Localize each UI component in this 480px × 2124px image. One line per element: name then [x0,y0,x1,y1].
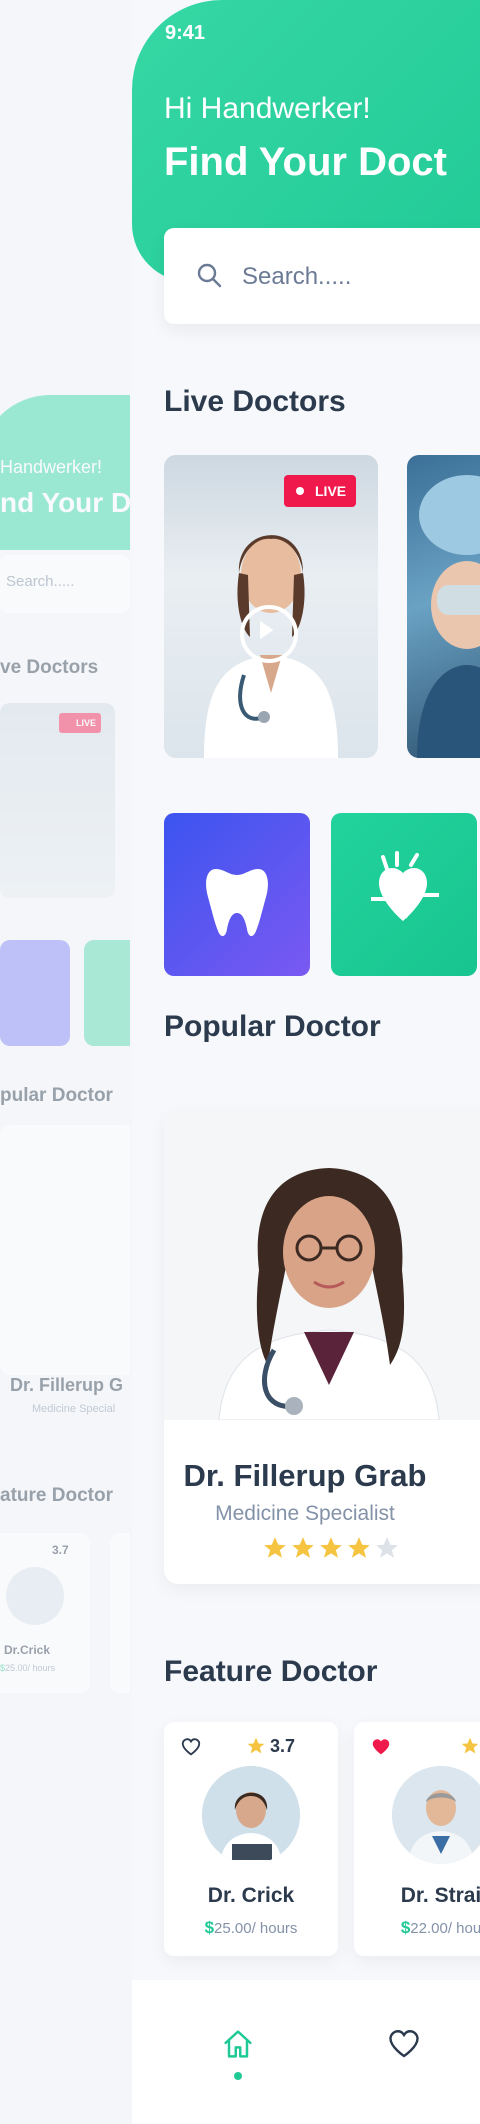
feature-doctor-name: Dr. Strai [400,1884,480,1907]
feature-doctor-card-2[interactable]: Dr. Strai $22.00/ hou [354,1722,480,1956]
live-doctor-card[interactable]: LIVE [164,455,378,758]
heart-outline-icon[interactable] [180,1736,202,1758]
live-doctors-title: Live Doctors [164,385,346,418]
bg-search: Search..... [0,555,130,613]
heart-pulse-icon [371,851,439,921]
feature-doctor-card[interactable]: 3.7 Dr. Crick $25.00/ hours [164,1722,338,1956]
star-icon [247,1737,265,1754]
feature-doctor-title: Feature Doctor [164,1655,378,1688]
bottom-tab-bar [132,1980,480,2124]
greeting: Hi Handwerker! [164,92,371,125]
bg-feature-card-2 [110,1533,130,1693]
tooth-icon [206,869,268,937]
heart-outline-icon[interactable] [386,2026,422,2062]
bg-feature-card: 3.7 Dr.Crick $25.00/ hours [0,1533,90,1693]
star-icon [292,1537,314,1558]
star-icon [461,1737,479,1754]
rating-stars [262,1535,402,1566]
dental-category-tile[interactable] [164,813,310,976]
bg-popular-card [0,1125,130,1375]
bg-live-title: ve Doctors [0,657,99,678]
popular-doctor-specialty: Medicine Specialist [215,1502,395,1525]
background-screen-preview: Handwerker! nd Your D Search..... ve Doc… [0,395,130,1770]
feature-doctor-price: $25.00/ hours [204,1918,298,1937]
search-placeholder: Search..... [242,263,352,290]
bg-doctor-spec: Medicine Special [32,1403,116,1415]
avatar [202,1766,300,1864]
bg-tooth-tile [0,940,70,1046]
phone-screen: 9:41 Hi Handwerker! Find Your Doct Searc… [132,0,480,2124]
avatar [392,1766,480,1864]
bg-heart-tile [84,940,130,1046]
play-icon[interactable] [240,605,298,663]
bg-live-card: LIVE [0,703,115,898]
feature-doctor-price: $22.00/ hou [400,1918,480,1937]
bg-doctor-name: Dr. Fillerup G [10,1375,124,1395]
star-icon [320,1537,342,1558]
feature-doctor-name: Dr. Crick [207,1884,295,1907]
search-icon [197,263,222,288]
headline: Find Your Doct [164,140,447,184]
bg-popular-title: pular Doctor [0,1085,113,1106]
star-icon [264,1537,286,1558]
popular-doctor-name: Dr. Fillerup Grab [183,1458,427,1493]
active-tab-indicator [234,2072,242,2080]
home-icon[interactable] [220,2026,256,2062]
star-icon [376,1537,398,1558]
cardiology-category-tile[interactable] [331,813,477,976]
star-icon [348,1537,370,1558]
search-input[interactable]: Search..... [164,228,480,324]
heart-filled-icon[interactable] [370,1736,392,1758]
popular-doctor-title: Popular Doctor [164,1010,381,1043]
surgeon-photo [417,475,480,758]
live-doctor-card-2[interactable] [407,455,480,758]
doctor-portrait [164,1110,480,1420]
status-time: 9:41 [165,22,206,44]
feature-rating: 3.7 [270,1736,296,1756]
live-badge: LIVE [284,475,356,507]
bg-headline: nd Your D [0,487,130,518]
bg-greeting: Handwerker! [0,457,103,477]
bg-feature-title: ature Doctor [0,1485,113,1506]
